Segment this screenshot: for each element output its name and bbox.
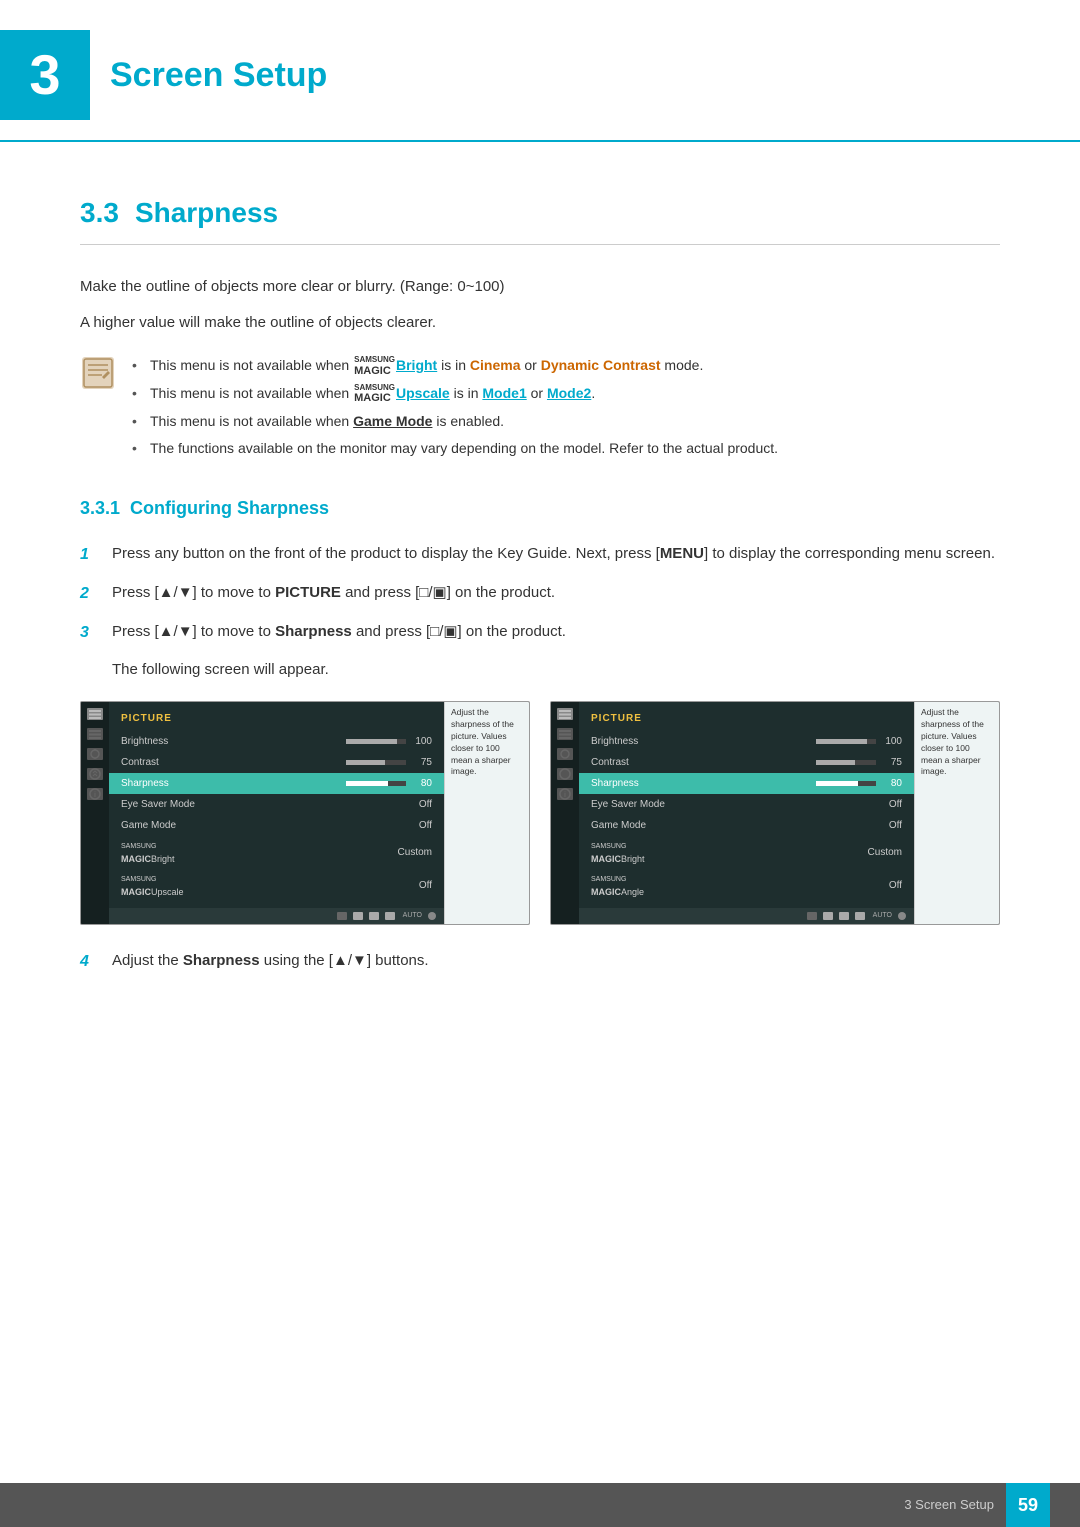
icon-3	[87, 748, 103, 760]
game-mode-link: Game Mode	[353, 413, 432, 429]
menu-gamemode-2: Game Mode Off	[579, 815, 914, 836]
step-4-number: 4	[80, 950, 104, 974]
menu-sharpness-2: Sharpness 80	[579, 773, 914, 794]
chapter-number: 3	[29, 47, 60, 103]
icon2-2	[557, 728, 573, 740]
menu-header-1: PICTURE	[109, 708, 444, 731]
monitor-menu-1: PICTURE Brightness 100 Contrast 75 Sharp…	[109, 702, 444, 924]
cinema-link: Cinema	[470, 357, 521, 373]
upscale-link: Upscale	[396, 385, 450, 401]
note-item-4: The functions available on the monitor m…	[132, 438, 778, 459]
step-4-text: Adjust the Sharpness using the [▲/▼] but…	[112, 949, 429, 973]
monitor-tooltip-2: Adjust the sharpness of the picture. Val…	[914, 702, 999, 924]
power-dot-1	[428, 912, 436, 920]
step-2-text: Press [▲/▼] to move to PICTURE and press…	[112, 581, 555, 605]
samsung-magic-bright-brand: SAMSUNG MAGIC	[354, 356, 395, 377]
icon-4	[87, 768, 103, 780]
menu-brightness-2: Brightness 100	[579, 731, 914, 752]
monitor-screenshot-2: i PICTURE Brightness 100 Contrast 75 Sha…	[550, 701, 1000, 925]
subsection-number: 3.3.1	[80, 495, 120, 522]
note-box: This menu is not available when SAMSUNG …	[80, 355, 1000, 465]
icon2-1	[557, 708, 573, 720]
menu-gamemode-1: Game Mode Off	[109, 815, 444, 836]
step-1-number: 1	[80, 543, 104, 567]
step-1: 1 Press any button on the front of the p…	[80, 542, 1000, 567]
mode1-link: Mode1	[482, 385, 526, 401]
menu-magicbright-2: SAMSUNGMAGICBright Custom	[579, 836, 914, 869]
description1: Make the outline of objects more clear o…	[80, 275, 1000, 299]
power-dot-2	[898, 912, 906, 920]
monitor-menu-2: PICTURE Brightness 100 Contrast 75 Sharp…	[579, 702, 914, 924]
chapter-title: Screen Setup	[110, 50, 327, 101]
menu-brightness-1: Brightness 100	[109, 731, 444, 752]
note-item-3: This menu is not available when Game Mod…	[132, 411, 778, 432]
step-4: 4 Adjust the Sharpness using the [▲/▼] b…	[80, 949, 1000, 974]
bottom-btn-1	[337, 912, 347, 920]
menu-sharpness-1: Sharpness 80	[109, 773, 444, 794]
menu-contrast-2: Contrast 75	[579, 752, 914, 773]
section-number: 3.3	[80, 192, 119, 234]
bottom-btn-4	[385, 912, 395, 920]
monitor-tooltip-1: Adjust the sharpness of the picture. Val…	[444, 702, 529, 924]
icon-2	[87, 728, 103, 740]
menu-contrast-1: Contrast 75	[109, 752, 444, 773]
description2: A higher value will make the outline of …	[80, 311, 1000, 335]
menu-magicangle-2: SAMSUNGMAGICAngle Off	[579, 869, 914, 902]
monitor-bottom-2: AUTO	[579, 908, 914, 924]
bottom-btn2-1	[807, 912, 817, 920]
bottom-btn2-4	[855, 912, 865, 920]
svg-text:i: i	[94, 792, 96, 799]
mode2-link: Mode2	[547, 385, 591, 401]
icon-1	[87, 708, 103, 720]
samsung-magic-upscale-brand: SAMSUNG MAGIC	[354, 384, 395, 405]
icon-panel-1: i	[81, 702, 109, 924]
subsection-title: Configuring Sharpness	[130, 495, 329, 522]
monitor-bottom-1: AUTO	[109, 908, 444, 924]
dynamic-contrast-link: Dynamic Contrast	[541, 357, 661, 373]
bright-link: Bright	[396, 357, 437, 373]
subsection-heading: 3.3.1 Configuring Sharpness	[80, 495, 1000, 522]
monitor-screenshot-1: i PICTURE Brightness 100 Contrast 75 Sha…	[80, 701, 530, 925]
step-2: 2 Press [▲/▼] to move to PICTURE and pre…	[80, 581, 1000, 606]
menu-eyesaver-2: Eye Saver Mode Off	[579, 794, 914, 815]
step-3-text: Press [▲/▼] to move to Sharpness and pre…	[112, 620, 566, 644]
note-item-1: This menu is not available when SAMSUNG …	[132, 355, 778, 377]
auto-label-1: AUTO	[403, 911, 422, 922]
main-content: 3.3 Sharpness Make the outline of object…	[0, 152, 1080, 1068]
menu-magicupscale-1: SAMSUNGMAGICUpscale Off	[109, 869, 444, 902]
icon2-4	[557, 768, 573, 780]
step-1-text: Press any button on the front of the pro…	[112, 542, 995, 566]
section-heading: 3.3 Sharpness	[80, 192, 1000, 245]
step-2-number: 2	[80, 582, 104, 606]
bottom-btn-3	[369, 912, 379, 920]
menu-eyesaver-1: Eye Saver Mode Off	[109, 794, 444, 815]
page-footer: 3 Screen Setup 59	[0, 1483, 1080, 1527]
icon-panel-2: i	[551, 702, 579, 924]
note-item-2: This menu is not available when SAMSUNG …	[132, 383, 778, 405]
note-list: This menu is not available when SAMSUNG …	[132, 355, 778, 465]
icon2-3	[557, 748, 573, 760]
step-3: 3 Press [▲/▼] to move to Sharpness and p…	[80, 620, 1000, 645]
auto-label-2: AUTO	[873, 911, 892, 922]
screenshots-row: i PICTURE Brightness 100 Contrast 75 Sha…	[80, 701, 1000, 925]
menu-header-2: PICTURE	[579, 708, 914, 731]
footer-section-text: 3 Screen Setup	[904, 1495, 994, 1515]
footer-page-number: 59	[1006, 1483, 1050, 1527]
step-3-subtext: The following screen will appear.	[112, 659, 1000, 682]
svg-text:i: i	[564, 792, 566, 799]
icon-5: i	[87, 788, 103, 800]
note-icon	[80, 355, 116, 391]
chapter-number-block: 3	[0, 30, 90, 120]
bottom-btn2-2	[823, 912, 833, 920]
bottom-btn-2	[353, 912, 363, 920]
chapter-header: 3 Screen Setup	[0, 0, 1080, 142]
section-title: Sharpness	[135, 192, 278, 234]
step-3-number: 3	[80, 621, 104, 645]
bottom-btn2-3	[839, 912, 849, 920]
icon2-5: i	[557, 788, 573, 800]
menu-magicbright-1: SAMSUNGMAGICBright Custom	[109, 836, 444, 869]
